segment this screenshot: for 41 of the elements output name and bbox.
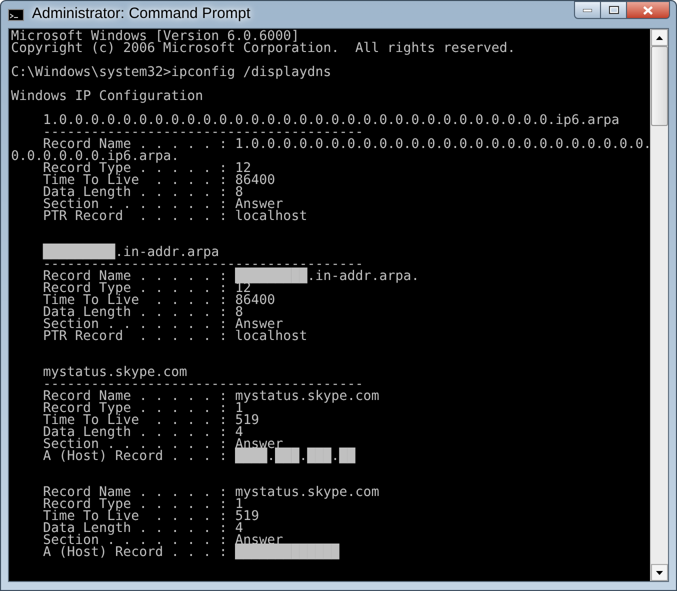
console-line: Time To Live . . . . : 86400	[42, 295, 276, 307]
console-line: Time To Live . . . . : 519	[42, 511, 260, 523]
scroll-down-button[interactable]	[651, 564, 668, 581]
close-icon	[643, 6, 653, 14]
console-line: Data Length . . . . . : 4	[42, 427, 244, 439]
console-line: Data Length . . . . . : 4	[42, 523, 244, 535]
console-line: Record Type . . . . . : 1	[42, 403, 244, 415]
console-line: Time To Live . . . . : 519	[42, 415, 260, 427]
window-title: Administrator: Command Prompt	[32, 4, 250, 24]
console-line: Record Type . . . . . : 12	[43, 163, 252, 175]
console-app-icon	[8, 8, 24, 20]
close-button[interactable]	[627, 1, 670, 19]
console-line: ----------------------------------------	[42, 379, 364, 391]
minimize-icon	[583, 8, 592, 12]
console-line: Section . . . . . . . : Answer	[42, 199, 284, 211]
console-line: C:\Windows\system32>ipconfig /displaydns	[11, 67, 332, 79]
console-line: Record Name . . . . . : mystatus.skype.com	[42, 487, 380, 499]
console-line: Windows IP Configuration	[11, 91, 204, 103]
scrollbar[interactable]	[650, 29, 668, 581]
console-line: Record Name . . . . . : mystatus.skype.com	[42, 391, 380, 403]
console-line: Copyright (c) 2006 Microsoft Corporation. All rights reserved.	[11, 43, 516, 55]
maximize-icon	[608, 6, 618, 14]
console-line: Data Length . . . . . : 8	[42, 307, 244, 319]
scroll-thumb[interactable]	[651, 46, 668, 126]
console-line: Time To Live . . . . : 86400	[42, 175, 276, 187]
console-line: Data Length . . . . . : 8	[42, 187, 244, 199]
console-line: mystatus.skype.com	[42, 367, 188, 379]
console-line: Section . . . . . . . : Answer	[42, 319, 284, 331]
console-line: Record Name . . . . . : 1.0.0.0.0.0.0.0.0.0.0.0.0.0.0.0.0.0.0.0.0.0.0.0.0.0.	[43, 139, 650, 151]
console-line: ----------------------------------------	[42, 127, 364, 139]
console-line: PTR Record . . . . . : localhost	[42, 211, 308, 223]
scroll-up-button[interactable]	[651, 29, 668, 46]
console-line: 1.0.0.0.0.0.0.0.0.0.0.0.0.0.0.0.0.0.0.0.0.0.0.0.0.0.0.0.0.0.0.0.ip6.arpa	[42, 115, 620, 127]
console-line: PTR Record . . . . . : localhost	[42, 331, 308, 343]
console-line: Record Type . . . . . : 1	[42, 499, 244, 511]
minimize-button[interactable]	[574, 1, 601, 19]
down-arrow-icon	[656, 570, 663, 574]
console-line: 0.0.0.0.0.0.ip6.arpa.	[11, 151, 180, 163]
up-arrow-icon	[656, 36, 663, 40]
console-line: Microsoft Windows [Version 6.0.6000]	[11, 31, 300, 43]
maximize-button[interactable]	[601, 1, 627, 19]
